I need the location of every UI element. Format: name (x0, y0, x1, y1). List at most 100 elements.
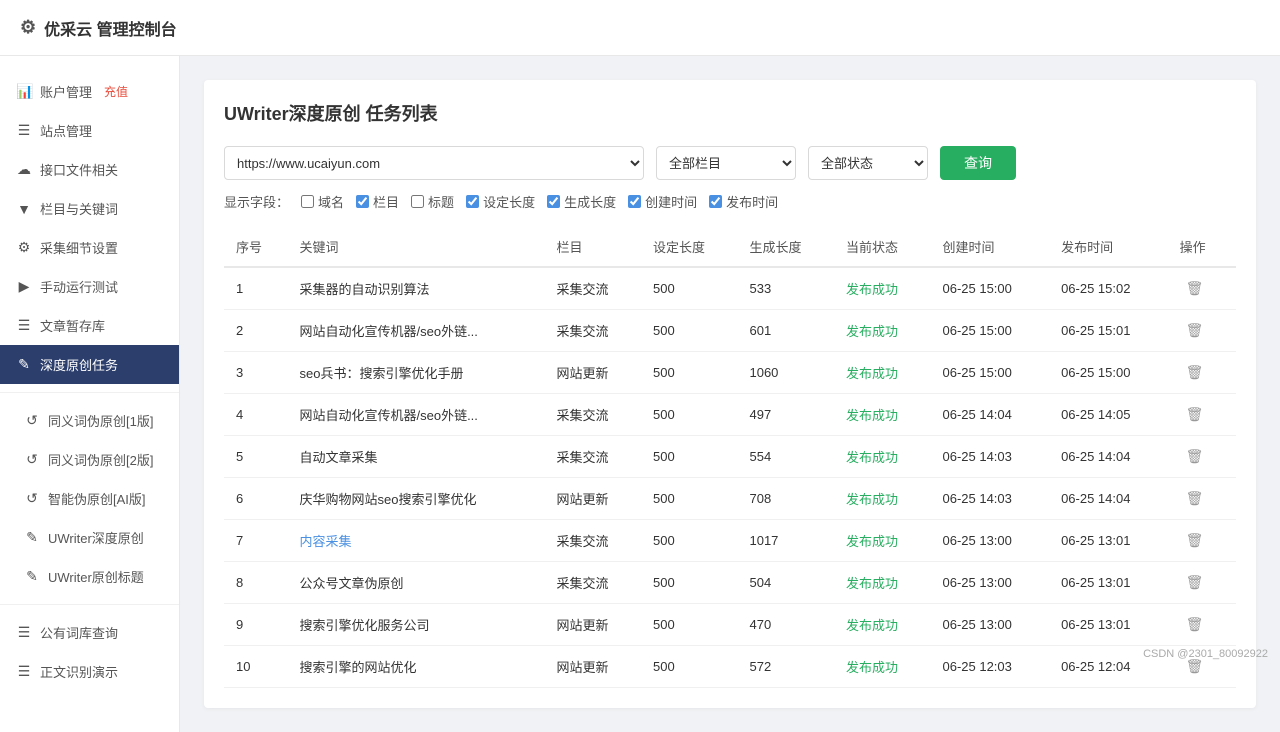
cell-seq: 6 (224, 478, 288, 520)
status-select[interactable]: 全部状态 (808, 146, 928, 180)
checkbox-domain-input[interactable] (301, 195, 314, 208)
cell-action[interactable]: 🗑 (1168, 352, 1236, 394)
cell-keyword: 采集器的自动识别算法 (288, 267, 545, 310)
sidebar-item-synonym2[interactable]: ↺ 同义词伪原创[2版] (0, 440, 179, 479)
checkbox-column-input[interactable] (356, 195, 369, 208)
task-table: 序号 关键词 栏目 设定长度 生成长度 当前状态 创建时间 发布时间 操作 (224, 227, 1236, 688)
sidebar-item-label: 公有词库查询 (40, 623, 118, 642)
display-fields-label: 显示字段： (224, 192, 289, 211)
delete-button[interactable]: 🗑 (1180, 362, 1210, 383)
edit-icon: ✎ (16, 356, 32, 373)
cell-seq: 5 (224, 436, 288, 478)
cell-set-len: 500 (641, 478, 738, 520)
cell-action[interactable]: 🗑 (1168, 604, 1236, 646)
delete-button[interactable]: 🗑 (1180, 488, 1210, 509)
cell-action[interactable]: 🗑 (1168, 478, 1236, 520)
checkbox-gen-length[interactable]: 生成长度 (547, 192, 616, 211)
checkbox-title[interactable]: 标题 (411, 192, 454, 211)
category-select[interactable]: 全部栏目 (656, 146, 796, 180)
cell-set-len: 500 (641, 310, 738, 352)
cell-action[interactable]: 🗑 (1168, 394, 1236, 436)
checkbox-publish-time-input[interactable] (709, 195, 722, 208)
cell-status: 发布成功 (834, 604, 931, 646)
cell-keyword[interactable]: 内容采集 (288, 520, 545, 562)
cell-action[interactable]: 🗑 (1168, 520, 1236, 562)
layout: 📊 账户管理 充值 ☰ 站点管理 ☁ 接口文件相关 ▼ 栏目与关键词 ⚙ 采集细… (0, 56, 1280, 732)
cell-column: 采集交流 (544, 310, 641, 352)
cell-set-len: 500 (641, 520, 738, 562)
checkbox-set-length-input[interactable] (466, 195, 479, 208)
query-button[interactable]: 查询 (940, 146, 1016, 180)
checkbox-domain[interactable]: 域名 (301, 192, 344, 211)
gear-icon: ⚙ (20, 17, 36, 38)
sidebar-item-label: 深度原创任务 (40, 355, 118, 374)
cell-gen-len: 533 (737, 267, 834, 310)
refresh-icon: ↺ (24, 451, 40, 468)
cell-status: 发布成功 (834, 436, 931, 478)
cell-action[interactable]: 🗑 (1168, 436, 1236, 478)
checkbox-title-input[interactable] (411, 195, 424, 208)
th-column: 栏目 (544, 227, 641, 267)
sidebar-item-manual-run[interactable]: ▶ 手动运行测试 (0, 267, 179, 306)
filter-icon: ▼ (16, 201, 32, 217)
cell-column: 采集交流 (544, 394, 641, 436)
page-title: UWriter深度原创 任务列表 (224, 100, 1236, 126)
sidebar-item-collect-settings[interactable]: ⚙ 采集细节设置 (0, 228, 179, 267)
th-action: 操作 (1168, 227, 1236, 267)
checkbox-created-time-input[interactable] (628, 195, 641, 208)
cell-column: 采集交流 (544, 267, 641, 310)
sidebar-item-api[interactable]: ☁ 接口文件相关 (0, 150, 179, 189)
sidebar: 📊 账户管理 充值 ☰ 站点管理 ☁ 接口文件相关 ▼ 栏目与关键词 ⚙ 采集细… (0, 56, 180, 732)
sidebar-item-account[interactable]: 📊 账户管理 充值 (0, 72, 179, 111)
delete-button[interactable]: 🗑 (1180, 320, 1210, 341)
sidebar-item-recognition[interactable]: ☰ 正文识别演示 (0, 652, 179, 691)
table-row: 5 自动文章采集 采集交流 500 554 发布成功 06-25 14:03 0… (224, 436, 1236, 478)
sidebar-item-deep-original[interactable]: ✎ 深度原创任务 (0, 345, 179, 384)
delete-button[interactable]: 🗑 (1180, 278, 1210, 299)
filter-bar: https://www.ucaiyun.com 全部栏目 全部状态 查询 (224, 146, 1236, 180)
edit-icon: ✎ (24, 529, 40, 546)
cell-status: 发布成功 (834, 478, 931, 520)
checkbox-gen-length-input[interactable] (547, 195, 560, 208)
cell-status: 发布成功 (834, 646, 931, 688)
cell-action[interactable]: 🗑 (1168, 267, 1236, 310)
cell-published: 06-25 15:00 (1049, 352, 1168, 394)
cell-action[interactable]: 🗑 (1168, 562, 1236, 604)
sidebar-item-uwriter-deep[interactable]: ✎ UWriter深度原创 (0, 518, 179, 557)
cell-status: 发布成功 (834, 310, 931, 352)
url-select[interactable]: https://www.ucaiyun.com (224, 146, 644, 180)
delete-button[interactable]: 🗑 (1180, 530, 1210, 551)
checkbox-set-length[interactable]: 设定长度 (466, 192, 535, 211)
cell-column: 采集交流 (544, 562, 641, 604)
cell-status: 发布成功 (834, 394, 931, 436)
sidebar-item-public-dict[interactable]: ☰ 公有词库查询 (0, 613, 179, 652)
sidebar-item-column[interactable]: ▼ 栏目与关键词 (0, 189, 179, 228)
sidebar-item-label: 接口文件相关 (40, 160, 118, 179)
sidebar-item-label: 站点管理 (40, 121, 92, 140)
cell-created: 06-25 14:03 (930, 436, 1049, 478)
cell-created: 06-25 13:00 (930, 520, 1049, 562)
sidebar-divider2 (0, 604, 179, 605)
checkbox-column[interactable]: 栏目 (356, 192, 399, 211)
sidebar-item-site[interactable]: ☰ 站点管理 (0, 111, 179, 150)
delete-button[interactable]: 🗑 (1180, 572, 1210, 593)
cell-seq: 9 (224, 604, 288, 646)
recharge-badge: 充值 (104, 83, 128, 100)
sidebar-item-ai-original[interactable]: ↺ 智能伪原创[AI版] (0, 479, 179, 518)
checkbox-created-time[interactable]: 创建时间 (628, 192, 697, 211)
sidebar-item-article-store[interactable]: ☰ 文章暂存库 (0, 306, 179, 345)
checkbox-publish-time[interactable]: 发布时间 (709, 192, 778, 211)
cell-keyword: 庆华购物网站seo搜索引擎优化 (288, 478, 545, 520)
cell-seq: 1 (224, 267, 288, 310)
table-row: 6 庆华购物网站seo搜索引擎优化 网站更新 500 708 发布成功 06-2… (224, 478, 1236, 520)
cell-action[interactable]: 🗑 (1168, 310, 1236, 352)
delete-button[interactable]: 🗑 (1180, 614, 1210, 635)
delete-button[interactable]: 🗑 (1180, 404, 1210, 425)
th-keyword: 关键词 (288, 227, 545, 267)
cell-gen-len: 470 (737, 604, 834, 646)
cell-set-len: 500 (641, 267, 738, 310)
table-wrapper: 序号 关键词 栏目 设定长度 生成长度 当前状态 创建时间 发布时间 操作 (224, 227, 1236, 688)
sidebar-item-synonym1[interactable]: ↺ 同义词伪原创[1版] (0, 401, 179, 440)
sidebar-item-uwriter-title[interactable]: ✎ UWriter原创标题 (0, 557, 179, 596)
delete-button[interactable]: 🗑 (1180, 446, 1210, 467)
